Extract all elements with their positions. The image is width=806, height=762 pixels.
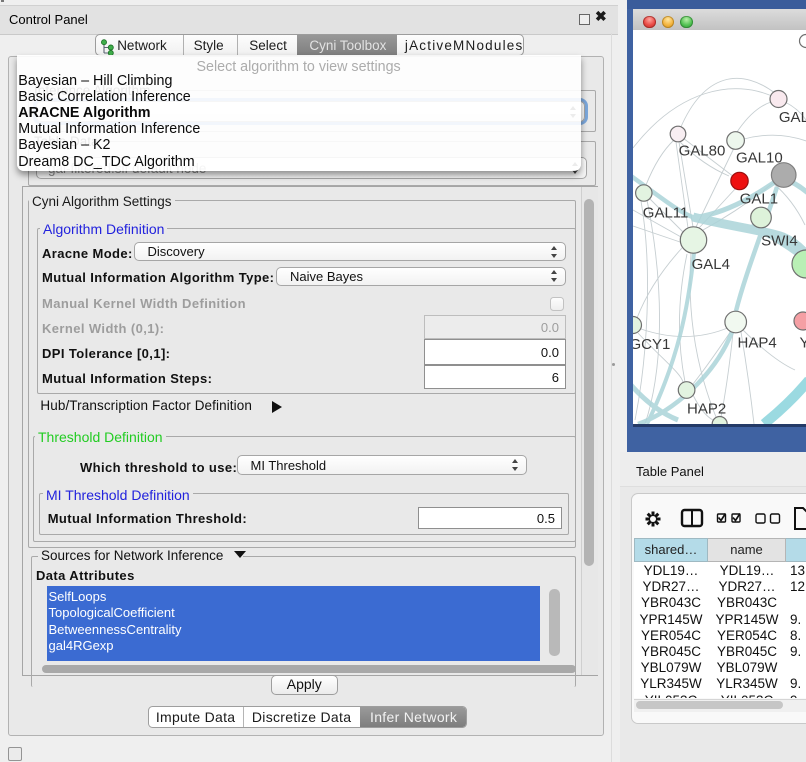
svg-text:GCY1: GCY1 bbox=[633, 336, 670, 353]
svg-text:GAL80: GAL80 bbox=[679, 143, 726, 160]
svg-text:SWI4: SWI4 bbox=[761, 233, 798, 250]
svg-text:Y: Y bbox=[800, 335, 806, 352]
svg-text:GAL10: GAL10 bbox=[736, 150, 783, 167]
svg-text:GAL11: GAL11 bbox=[643, 205, 689, 222]
svg-text:GAL4: GAL4 bbox=[692, 256, 730, 273]
svg-text:HAP4: HAP4 bbox=[738, 335, 777, 352]
svg-text:GAL: GAL bbox=[779, 109, 806, 126]
svg-text:HAP2: HAP2 bbox=[687, 401, 726, 418]
svg-text:GAL1: GAL1 bbox=[740, 191, 778, 208]
